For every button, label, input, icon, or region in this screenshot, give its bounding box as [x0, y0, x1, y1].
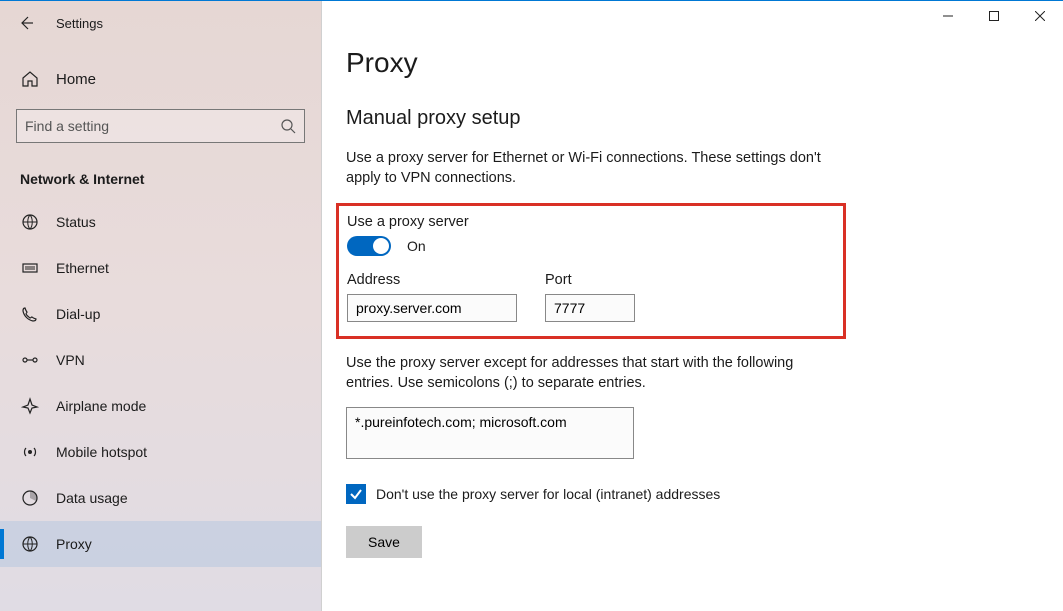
- sidebar-item-dialup[interactable]: Dial-up: [0, 291, 321, 337]
- back-button[interactable]: [14, 11, 38, 35]
- sidebar-category: Network & Internet: [0, 153, 321, 199]
- sidebar-item-label: Airplane mode: [56, 398, 146, 414]
- exceptions-textarea[interactable]: [346, 407, 634, 459]
- sidebar-header: Settings: [0, 1, 321, 45]
- sidebar-item-label: Data usage: [56, 490, 128, 506]
- close-icon: [1035, 11, 1045, 21]
- section-title: Manual proxy setup: [346, 107, 1039, 130]
- sidebar-item-hotspot[interactable]: Mobile hotspot: [0, 429, 321, 475]
- globe-icon: [20, 213, 40, 231]
- sidebar: Settings Home Network & Internet Stat: [0, 1, 322, 611]
- maximize-button[interactable]: [971, 1, 1017, 31]
- use-proxy-toggle-row: On: [347, 236, 835, 256]
- sidebar-item-label: Status: [56, 214, 96, 230]
- minimize-icon: [943, 11, 953, 21]
- app-title: Settings: [56, 16, 103, 31]
- sidebar-item-datausage[interactable]: Data usage: [0, 475, 321, 521]
- sidebar-nav: Status Ethernet Dial-up VPN: [0, 199, 321, 567]
- sidebar-item-label: VPN: [56, 352, 85, 368]
- sidebar-home[interactable]: Home: [0, 57, 321, 101]
- phone-icon: [20, 305, 40, 323]
- toggle-thumb-icon: [373, 238, 389, 254]
- sidebar-item-airplane[interactable]: Airplane mode: [0, 383, 321, 429]
- save-button[interactable]: Save: [346, 526, 422, 558]
- ethernet-icon: [20, 259, 40, 277]
- local-checkbox-row: Don't use the proxy server for local (in…: [346, 484, 1039, 504]
- local-checkbox-label: Don't use the proxy server for local (in…: [376, 486, 720, 502]
- data-usage-icon: [20, 489, 40, 507]
- search-icon: [280, 118, 296, 134]
- use-proxy-toggle[interactable]: [347, 236, 391, 256]
- search-input[interactable]: [25, 118, 280, 134]
- toggle-state-label: On: [407, 238, 426, 254]
- home-icon: [20, 70, 40, 88]
- use-proxy-label: Use a proxy server: [347, 214, 835, 230]
- address-label: Address: [347, 272, 517, 288]
- port-input[interactable]: [545, 294, 635, 322]
- port-label: Port: [545, 272, 635, 288]
- arrow-left-icon: [18, 15, 34, 31]
- home-label: Home: [56, 71, 96, 88]
- maximize-icon: [989, 11, 999, 21]
- proxy-icon: [20, 535, 40, 553]
- local-checkbox[interactable]: [346, 484, 366, 504]
- airplane-icon: [20, 397, 40, 415]
- search-box[interactable]: [16, 109, 305, 143]
- search-container: [0, 101, 321, 153]
- close-button[interactable]: [1017, 1, 1063, 31]
- window-controls: [925, 1, 1063, 31]
- main-content: Proxy Manual proxy setup Use a proxy ser…: [322, 1, 1063, 611]
- sidebar-item-proxy[interactable]: Proxy: [0, 521, 321, 567]
- sidebar-item-label: Mobile hotspot: [56, 444, 147, 460]
- sidebar-item-label: Dial-up: [56, 306, 100, 322]
- section-description: Use a proxy server for Ethernet or Wi-Fi…: [346, 148, 826, 189]
- sidebar-item-label: Proxy: [56, 536, 92, 552]
- address-input[interactable]: [347, 294, 517, 322]
- sidebar-item-status[interactable]: Status: [0, 199, 321, 245]
- minimize-button[interactable]: [925, 1, 971, 31]
- sidebar-item-ethernet[interactable]: Ethernet: [0, 245, 321, 291]
- proxy-highlight-box: Use a proxy server On Address Port: [336, 203, 846, 339]
- hotspot-icon: [20, 443, 40, 461]
- exceptions-label: Use the proxy server except for addresse…: [346, 353, 826, 394]
- check-icon: [349, 487, 363, 501]
- sidebar-item-label: Ethernet: [56, 260, 109, 276]
- vpn-icon: [20, 351, 40, 369]
- page-title: Proxy: [346, 47, 1039, 79]
- sidebar-item-vpn[interactable]: VPN: [0, 337, 321, 383]
